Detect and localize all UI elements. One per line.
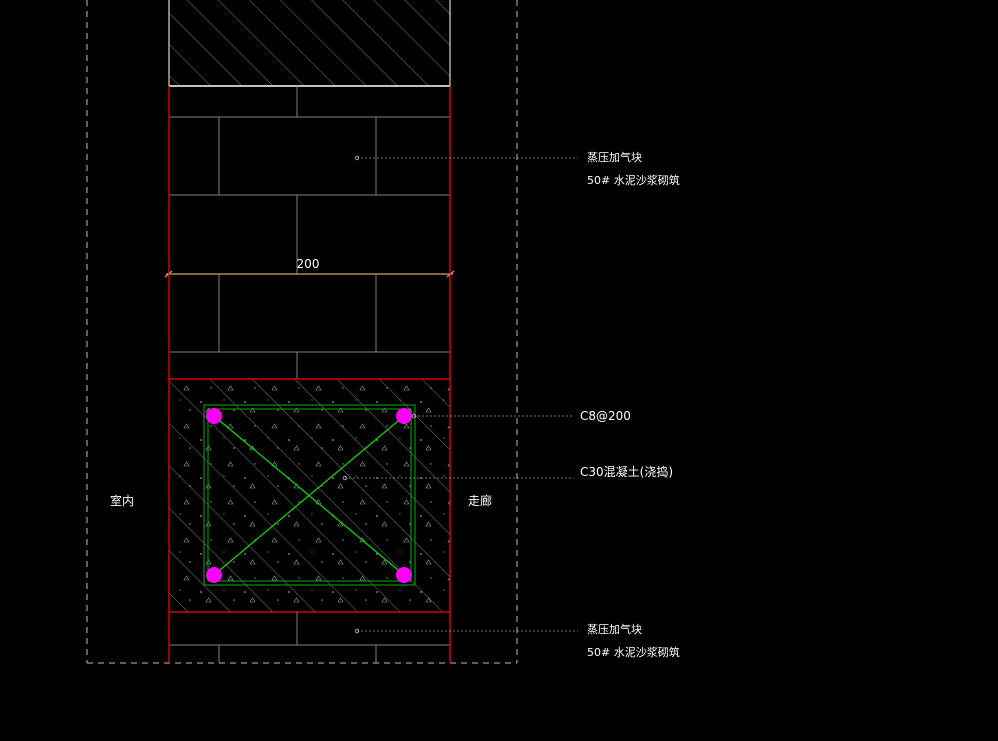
callout-rebar: C8@200	[580, 409, 631, 423]
callout-top-line2: 50# 水泥沙浆砌筑	[587, 173, 680, 187]
masonry-blocks-lower	[169, 612, 450, 663]
top-wall-hatch	[168, 0, 451, 87]
dimension-line: 200	[164, 257, 455, 278]
masonry-blocks-upper	[169, 86, 450, 274]
callout-bottom-line2: 50# 水泥沙浆砌筑	[587, 645, 680, 659]
rebar-dot	[396, 408, 412, 424]
callout-top-line1: 蒸压加气块	[587, 150, 642, 164]
dimension-label: 200	[297, 257, 320, 271]
rebar-dot	[206, 408, 222, 424]
rebar-dot	[206, 567, 222, 583]
room-label-corridor: 走廊	[468, 493, 492, 508]
masonry-blocks-middle	[169, 274, 450, 379]
callout-bottom-line1: 蒸压加气块	[587, 622, 642, 636]
room-label-indoor: 室内	[110, 493, 134, 508]
callout-concrete: C30混凝土(浇捣)	[580, 464, 673, 479]
rebar-dot	[396, 567, 412, 583]
cad-drawing-canvas: 200 蒸压加气块 50# 水泥沙浆砌筑 C8@200 C30混凝土(浇捣) 蒸…	[86, 0, 680, 664]
